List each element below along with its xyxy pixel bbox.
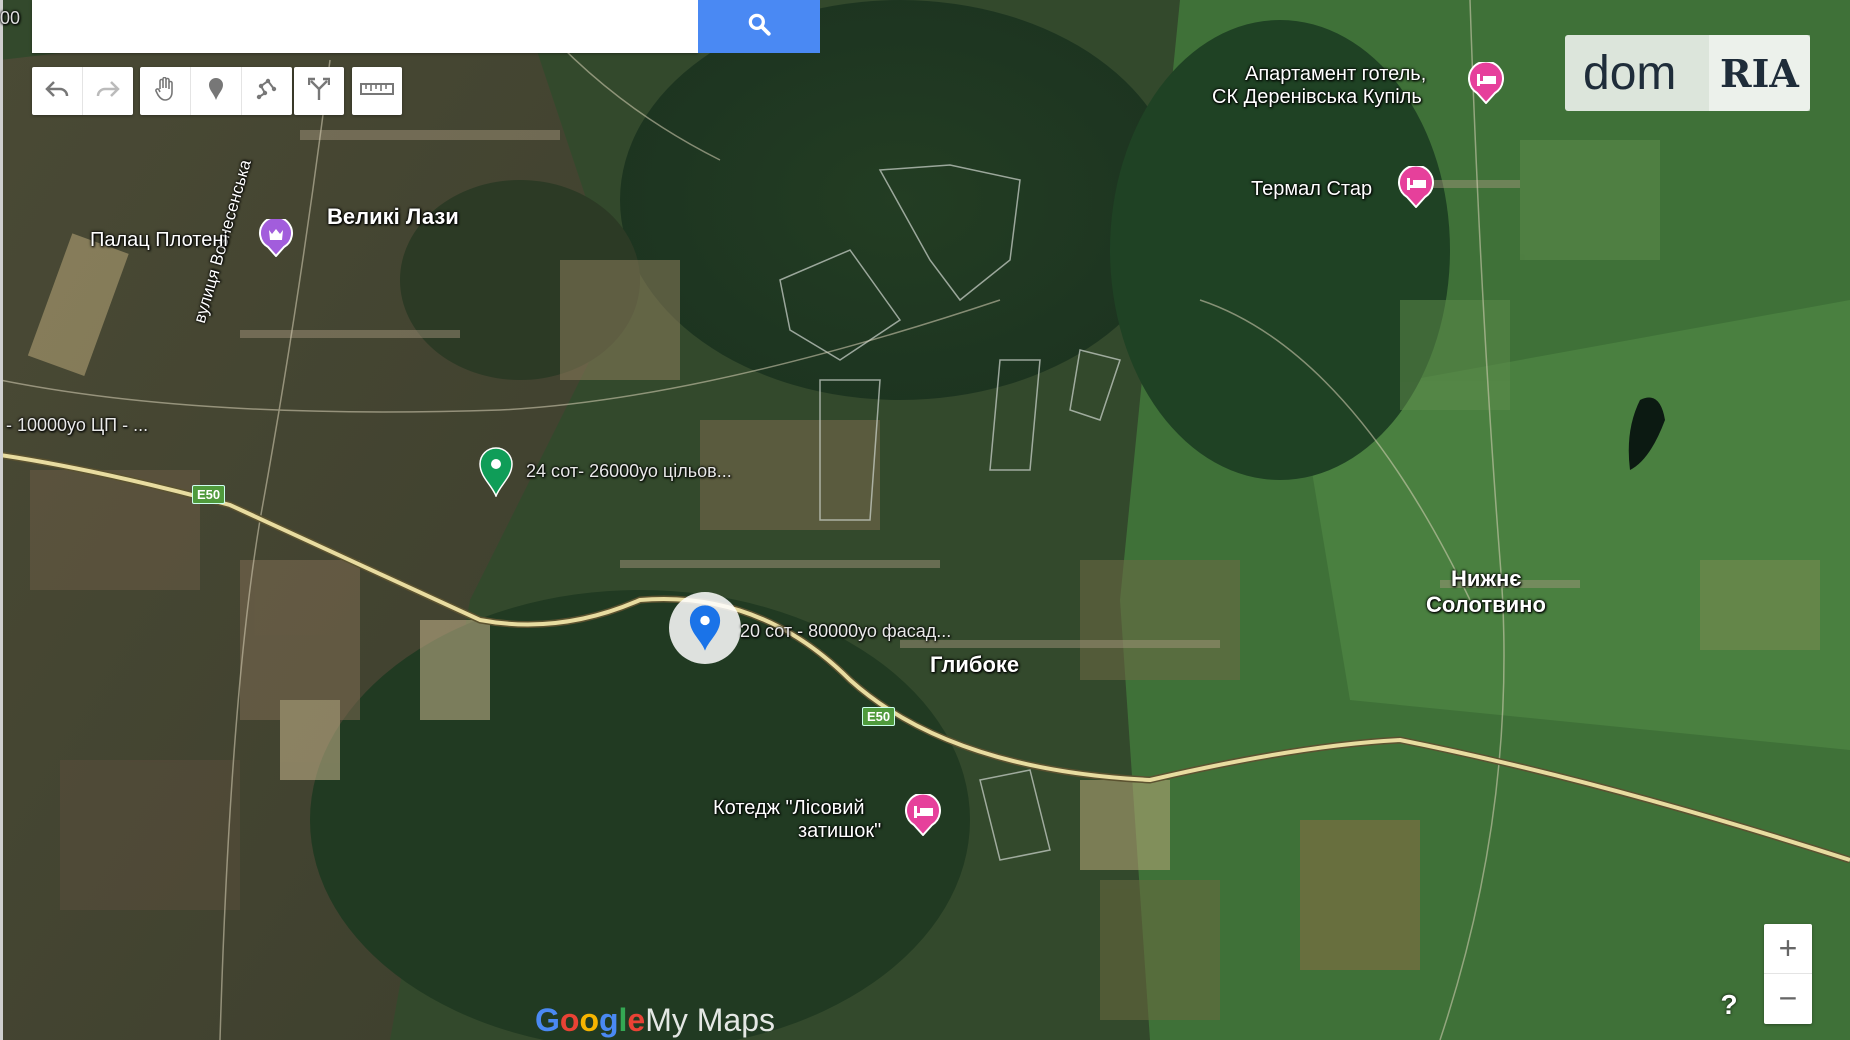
road-sign-e50: E50: [192, 485, 226, 504]
selected-marker-icon[interactable]: [669, 592, 741, 664]
road-sign-e50: E50: [862, 707, 896, 726]
logo-dom-text: dom: [1583, 46, 1677, 100]
draw-line-button[interactable]: [242, 67, 292, 115]
search-button[interactable]: [698, 0, 820, 53]
hotel-poi-icon[interactable]: [1467, 60, 1505, 109]
zoom-in-button[interactable]: +: [1764, 924, 1812, 974]
google-mymaps-brand: GoogleMy Maps: [535, 1002, 776, 1038]
directions-icon: [307, 77, 331, 106]
measure-button[interactable]: [352, 67, 402, 115]
place-label-nyzhne-line1: Нижнє: [1451, 566, 1522, 591]
undo-icon: [45, 79, 69, 104]
left-marker-label: - 10000уо ЦП - ...: [6, 415, 149, 435]
redo-icon: [96, 79, 120, 104]
search-input[interactable]: [32, 0, 698, 53]
add-marker-button[interactable]: [191, 67, 242, 115]
green-marker-label: 24 сот- 26000уо цільов...: [526, 461, 732, 481]
pan-tool-button[interactable]: [140, 67, 191, 115]
poi-label-apartment-line2: СК Деренівська Купіль: [1212, 86, 1422, 108]
hotel-poi-icon[interactable]: [904, 792, 942, 841]
help-button[interactable]: ?: [1712, 988, 1746, 1022]
directions-button[interactable]: [294, 67, 344, 115]
history-toolbar: [32, 67, 133, 115]
hand-icon: [154, 76, 176, 106]
draw-line-icon: [255, 77, 279, 106]
logo-ria-text: RIA: [1708, 35, 1810, 111]
edge-text: 00: [0, 8, 21, 28]
undo-button[interactable]: [32, 67, 83, 115]
poi-label-cottage-line2: затишок": [798, 820, 882, 842]
place-label-hlyboke: Глибоке: [930, 652, 1020, 677]
marker-icon: [208, 77, 224, 106]
domria-logo: dom RIA: [1565, 35, 1810, 111]
place-label-velyki-lazy: Великі Лази: [327, 204, 459, 229]
place-label-nyzhne-line2: Солотвино: [1426, 592, 1546, 617]
zoom-control: + −: [1764, 924, 1812, 1024]
green-marker-icon[interactable]: [478, 447, 514, 502]
tools-toolbar: [140, 67, 292, 115]
satellite-map[interactable]: [0, 0, 1850, 1040]
hotel-poi-icon[interactable]: [1397, 164, 1435, 213]
zoom-out-button[interactable]: −: [1764, 974, 1812, 1023]
directions-toolbar: [294, 67, 344, 115]
measure-toolbar: [352, 67, 402, 115]
redo-button[interactable]: [83, 67, 133, 115]
poi-label-palace: Палац Плотені: [90, 229, 228, 251]
poi-label-cottage-line1: Котедж "Лісовий: [713, 797, 865, 819]
ruler-icon: [360, 81, 394, 102]
poi-label-thermal: Термал Стар: [1251, 178, 1373, 200]
poi-label-apartment-line1: Апартамент готель,: [1245, 63, 1427, 85]
palace-poi-icon[interactable]: [258, 216, 294, 262]
blue-marker-label: 20 сот - 80000уо фасад...: [740, 621, 952, 641]
search-icon: [746, 11, 772, 42]
